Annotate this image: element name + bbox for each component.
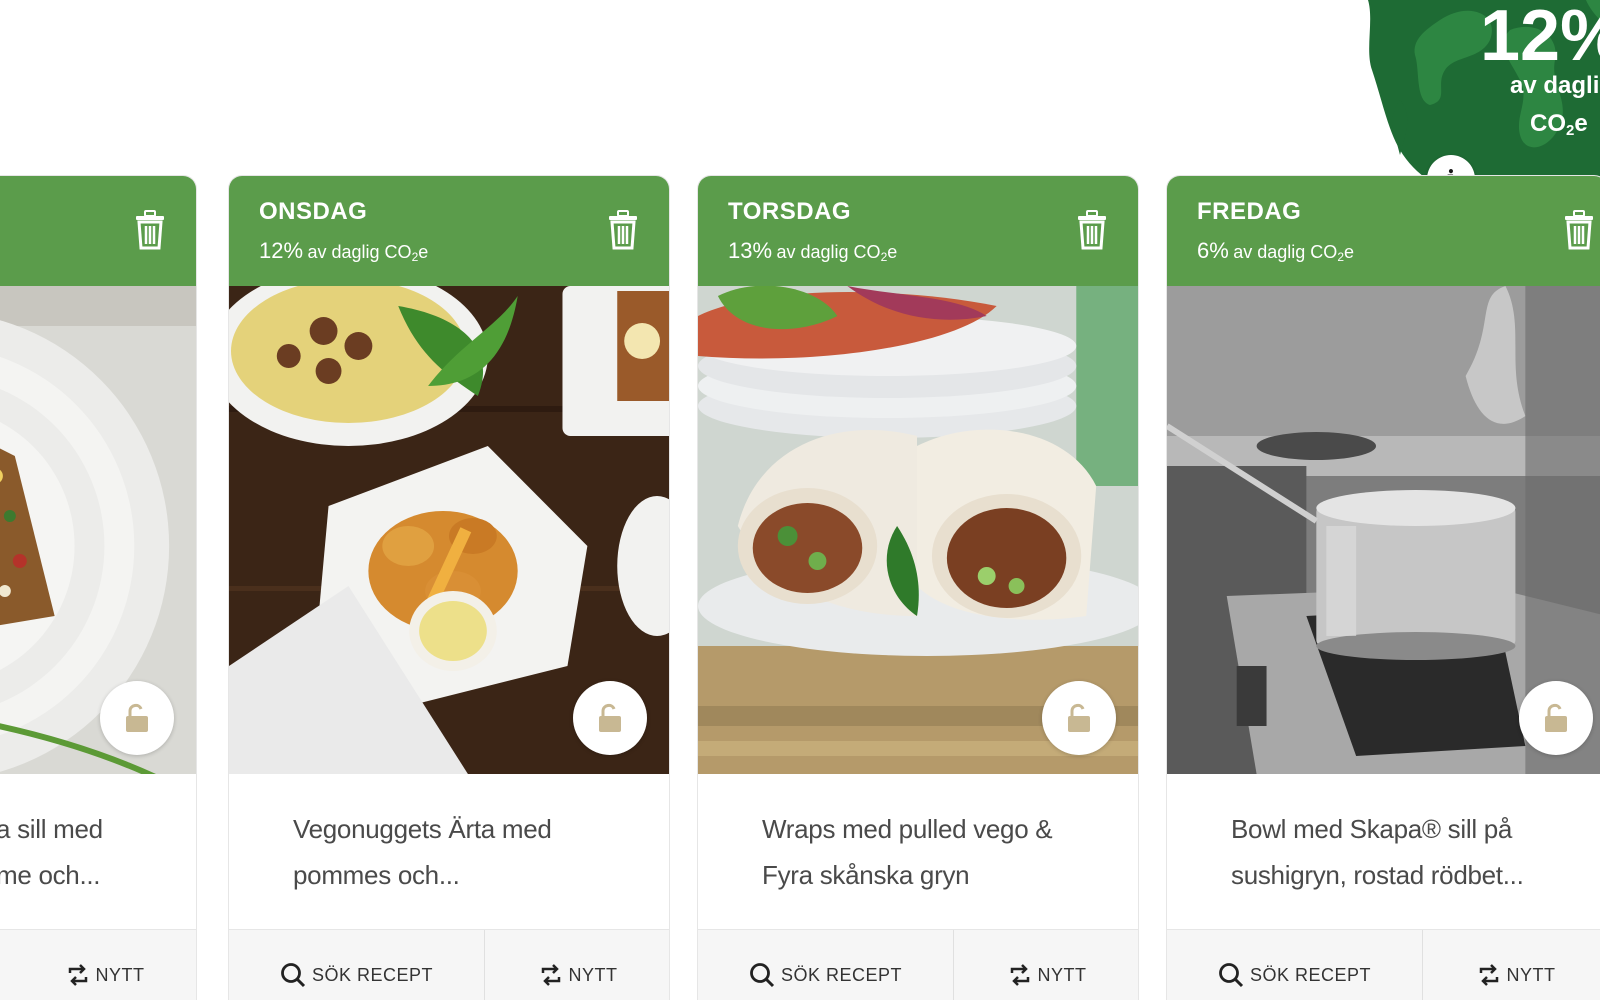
- recipe-title[interactable]: Vegonuggets Ärta med pommes och...: [293, 806, 633, 898]
- search-recipe-label: SÖK RECEPT: [1249, 964, 1372, 985]
- card-header: FREDAG 6% av daglig CO2e: [1167, 176, 1600, 286]
- new-recipe-button[interactable]: NYTT: [485, 930, 669, 1000]
- trash-icon[interactable]: [1563, 210, 1595, 250]
- card-header: [0, 176, 196, 286]
- recipe-title[interactable]: a sill med me och...: [0, 806, 196, 898]
- search-recipe-button[interactable]: SÖK RECEPT: [698, 930, 954, 1000]
- co2-label: av daglig CO2e: [776, 242, 898, 264]
- recipe-title-line: a sill med: [0, 814, 103, 844]
- trash-icon[interactable]: [607, 210, 639, 250]
- recipe-title-line: me och...: [0, 860, 101, 890]
- card-header: ONSDAG 12% av daglig CO2e: [229, 176, 669, 286]
- co2-share: 6% av daglig CO2e: [1197, 238, 1354, 264]
- search-recipe-label: SÖK RECEPT: [311, 964, 434, 985]
- new-recipe-button[interactable]: NYTT: [954, 930, 1138, 1000]
- co2-percent: 13%: [728, 238, 773, 263]
- card-actions: NYTT: [0, 929, 196, 1000]
- co2-percent: 12%: [259, 238, 304, 263]
- day-label: FREDAG: [1197, 198, 1302, 225]
- day-label: ONSDAG: [259, 198, 368, 225]
- recipe-title-line: Vegonuggets Ärta med: [293, 814, 552, 844]
- new-recipe-label: NYTT: [95, 964, 145, 985]
- trash-icon[interactable]: [134, 210, 166, 250]
- co2-share: 13% av daglig CO2e: [728, 238, 897, 264]
- day-label: TORSDAG: [728, 198, 852, 225]
- co2-percent: 6%: [1197, 238, 1229, 263]
- search-recipe-button[interactable]: SÖK RECEPT: [229, 930, 485, 1000]
- trash-icon[interactable]: [1076, 210, 1108, 250]
- refresh-icon: [1479, 964, 1498, 986]
- recipe-title-line: Wraps med pulled vego &: [762, 814, 1053, 844]
- co2-label: av daglig CO2e: [1233, 242, 1355, 264]
- recipe-title-line: pommes och...: [293, 860, 460, 890]
- new-recipe-button[interactable]: NYTT: [12, 930, 196, 1000]
- day-card: a sill med me och... NYTT: [0, 175, 197, 1000]
- day-card-torsdag: TORSDAG 13% av daglig CO2e Wraps med pul…: [697, 175, 1139, 1000]
- refresh-icon: [68, 964, 87, 986]
- recipe-title-line: Fyra skånska gryn: [762, 860, 970, 890]
- day-card-onsdag: ONSDAG 12% av daglig CO2e Vegonuggets Är…: [228, 175, 670, 1000]
- new-recipe-label: NYTT: [1037, 964, 1087, 985]
- search-icon: [750, 963, 775, 988]
- search-recipe-button[interactable]: SÖK RECEPT: [1167, 930, 1423, 1000]
- search-recipe-label: SÖK RECEPT: [780, 964, 903, 985]
- card-actions: SÖK RECEPT NYTT: [1167, 929, 1600, 1000]
- refresh-icon: [541, 964, 560, 986]
- search-icon: [281, 963, 306, 988]
- card-actions: SÖK RECEPT NYTT: [698, 929, 1138, 1000]
- new-recipe-button[interactable]: NYTT: [1423, 930, 1600, 1000]
- globe-label: av daglig: [1510, 72, 1600, 99]
- card-header: TORSDAG 13% av daglig CO2e: [698, 176, 1138, 286]
- unlock-icon: [126, 703, 148, 732]
- meal-planner-page: 12% av daglig CO2e i: [0, 0, 1600, 1000]
- lock-button[interactable]: [100, 681, 174, 755]
- globe-percent: 12%: [1480, 0, 1600, 76]
- recipe-title-line: Bowl med Skapa® sill på: [1231, 814, 1513, 844]
- card-actions: SÖK RECEPT NYTT: [229, 929, 669, 1000]
- refresh-icon: [1010, 964, 1029, 986]
- lock-button[interactable]: [1519, 681, 1593, 755]
- recipe-title-line: sushigryn, rostad rödbet...: [1231, 860, 1524, 890]
- search-icon: [1219, 963, 1244, 988]
- unlock-icon: [1068, 703, 1090, 732]
- co2-label: av daglig CO2e: [307, 242, 429, 264]
- recipe-title[interactable]: Bowl med Skapa® sill på sushigryn, rosta…: [1231, 806, 1571, 898]
- new-recipe-label: NYTT: [568, 964, 618, 985]
- lock-button[interactable]: [1042, 681, 1116, 755]
- globe-co2-label: CO2e: [1530, 110, 1588, 139]
- recipe-title[interactable]: Wraps med pulled vego & Fyra skånska gry…: [762, 806, 1102, 898]
- unlock-icon: [599, 703, 621, 732]
- co2-share: 12% av daglig CO2e: [259, 238, 428, 264]
- day-card-fredag: FREDAG 6% av daglig CO2e Bowl med Skapa®…: [1166, 175, 1600, 1000]
- unlock-icon: [1545, 703, 1567, 732]
- new-recipe-label: NYTT: [1506, 964, 1556, 985]
- lock-button[interactable]: [573, 681, 647, 755]
